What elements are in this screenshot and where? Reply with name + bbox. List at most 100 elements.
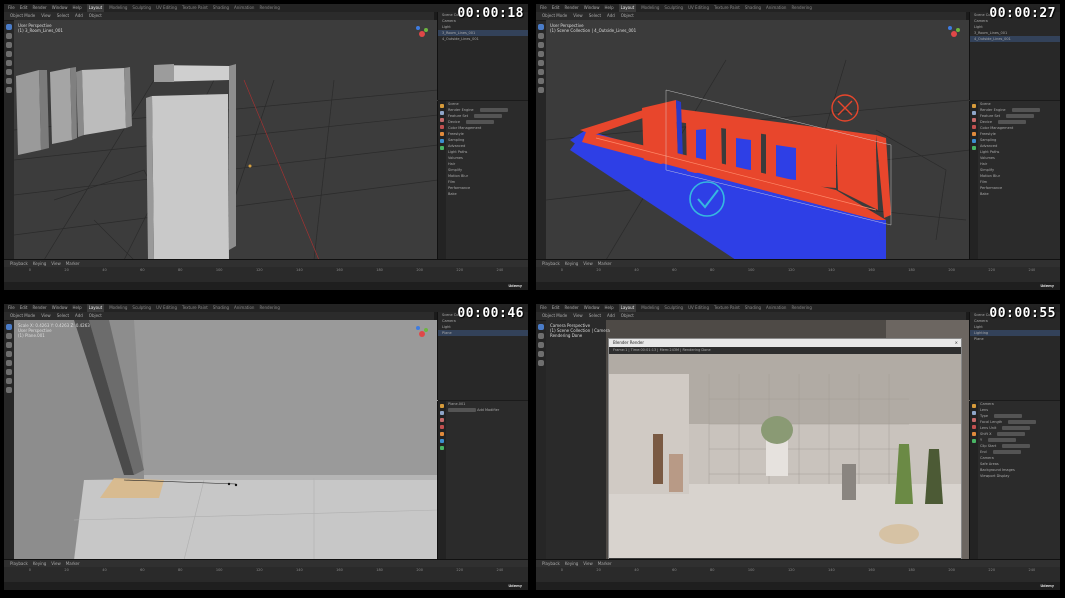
output-tab-icon[interactable] <box>440 411 444 415</box>
outliner-item-selected[interactable]: 4_Outside_Lines_001 <box>970 36 1060 42</box>
keying-menu[interactable]: Keying <box>565 260 578 267</box>
modifier-tab-icon[interactable] <box>972 139 976 143</box>
tab-sculpting[interactable]: Sculpting <box>132 4 151 12</box>
view-menu[interactable]: View <box>573 312 583 320</box>
output-tab-icon[interactable] <box>972 111 976 115</box>
cursor-tool-icon[interactable] <box>538 333 544 339</box>
object-menu[interactable]: Object <box>89 312 102 320</box>
menu-edit[interactable]: Edit <box>20 4 28 12</box>
measure-tool-icon[interactable] <box>6 387 12 393</box>
view-menu[interactable]: View <box>41 312 51 320</box>
scene-tab-icon[interactable] <box>972 418 976 422</box>
add-menu[interactable]: Add <box>607 12 615 20</box>
panel-header[interactable]: Viewport Display <box>980 473 1060 479</box>
shift-x-field[interactable] <box>997 432 1026 436</box>
tab-modeling[interactable]: Modeling <box>109 4 127 12</box>
timeline-ruler[interactable]: 0 20 40 60 80 100 120 140 160 180 200 220 240 <box>4 567 528 573</box>
scene-tab-icon[interactable] <box>440 418 444 422</box>
outliner-item[interactable]: 4_Outside_Lines_001 <box>438 36 528 42</box>
3d-viewport[interactable]: User Perspective (1) Scene Collection | … <box>546 20 970 260</box>
material-tab-icon[interactable] <box>440 146 444 150</box>
lens-unit-dropdown[interactable] <box>1002 426 1031 430</box>
mode-dropdown[interactable]: Object Mode <box>542 312 567 320</box>
move-tool-icon[interactable] <box>6 42 12 48</box>
object-menu[interactable]: Object <box>621 312 634 320</box>
tab-animation[interactable]: Animation <box>234 304 254 312</box>
rotate-tool-icon[interactable] <box>538 51 544 57</box>
playback-menu[interactable]: Playback <box>10 260 28 267</box>
camera-data-tab-icon[interactable] <box>972 439 976 443</box>
object-tab-icon[interactable] <box>440 432 444 436</box>
tab-uv-editing[interactable]: UV Editing <box>688 4 709 12</box>
select-tool-icon[interactable] <box>538 24 544 30</box>
tab-sculpting[interactable]: Sculpting <box>664 304 683 312</box>
menu-edit[interactable]: Edit <box>20 304 28 312</box>
menu-window[interactable]: Window <box>584 304 600 312</box>
tab-animation[interactable]: Animation <box>766 4 786 12</box>
select-menu[interactable]: Select <box>57 312 69 320</box>
select-menu[interactable]: Select <box>589 312 601 320</box>
rotate-tool-icon[interactable] <box>538 351 544 357</box>
transform-tool-icon[interactable] <box>6 69 12 75</box>
shift-y-field[interactable] <box>988 438 1017 442</box>
scale-tool-icon[interactable] <box>6 60 12 66</box>
transform-tool-icon[interactable] <box>538 69 544 75</box>
view-menu[interactable]: View <box>51 260 61 267</box>
view-menu[interactable]: View <box>583 260 593 267</box>
playback-menu[interactable]: Playback <box>10 560 28 567</box>
move-tool-icon[interactable] <box>6 342 12 348</box>
tab-layout[interactable]: Layout <box>86 4 105 12</box>
render-tab-icon[interactable] <box>440 104 444 108</box>
modifier-tab-icon[interactable] <box>440 139 444 143</box>
add-menu[interactable]: Add <box>75 312 83 320</box>
timeline-ruler[interactable]: 0 20 40 60 80 100 120 140 160 180 200 220 240 <box>536 267 1060 273</box>
select-menu[interactable]: Select <box>57 12 69 20</box>
object-tab-icon[interactable] <box>440 132 444 136</box>
render-tab-icon[interactable] <box>972 104 976 108</box>
render-engine-dropdown[interactable] <box>1011 108 1040 112</box>
scale-tool-icon[interactable] <box>538 360 544 366</box>
tab-layout[interactable]: Layout <box>86 304 105 312</box>
tab-sculpting[interactable]: Sculpting <box>132 304 151 312</box>
navigation-gizmo-icon[interactable] <box>412 24 432 44</box>
timeline-ruler[interactable]: 0 20 40 60 80 100 120 140 160 180 200 220 240 <box>4 267 528 273</box>
menu-help[interactable]: Help <box>604 4 613 12</box>
menu-help[interactable]: Help <box>72 4 81 12</box>
modifier-tab-icon[interactable] <box>440 439 444 443</box>
playback-menu[interactable]: Playback <box>542 560 560 567</box>
focal-length-field[interactable] <box>1008 420 1037 424</box>
tab-uv-editing[interactable]: UV Editing <box>156 304 177 312</box>
material-tab-icon[interactable] <box>440 446 444 450</box>
tab-modeling[interactable]: Modeling <box>641 4 659 12</box>
menu-help[interactable]: Help <box>604 304 613 312</box>
menu-edit[interactable]: Edit <box>552 4 560 12</box>
render-window-titlebar[interactable]: Blender Render × <box>609 339 961 347</box>
menu-render[interactable]: Render <box>564 4 578 12</box>
3d-viewport[interactable]: Camera Perspective (1) Scene Collection … <box>546 320 970 560</box>
select-tool-icon[interactable] <box>6 24 12 30</box>
tab-sculpting[interactable]: Sculpting <box>664 4 683 12</box>
tab-texture-paint[interactable]: Texture Paint <box>182 4 208 12</box>
keying-menu[interactable]: Keying <box>565 560 578 567</box>
3d-viewport[interactable]: User Perspective (1) 3_Room_Lines_001 <box>14 20 438 260</box>
view-menu[interactable]: View <box>583 560 593 567</box>
world-tab-icon[interactable] <box>440 125 444 129</box>
menu-window[interactable]: Window <box>584 4 600 12</box>
tab-shading[interactable]: Shading <box>745 4 761 12</box>
tab-modeling[interactable]: Modeling <box>641 304 659 312</box>
measure-tool-icon[interactable] <box>6 87 12 93</box>
add-menu[interactable]: Add <box>75 12 83 20</box>
measure-tool-icon[interactable] <box>538 87 544 93</box>
clip-start-field[interactable] <box>1002 444 1031 448</box>
transform-tool-icon[interactable] <box>6 369 12 375</box>
menu-file[interactable]: File <box>540 304 547 312</box>
tab-texture-paint[interactable]: Texture Paint <box>182 304 208 312</box>
menu-help[interactable]: Help <box>72 304 81 312</box>
render-tab-icon[interactable] <box>972 404 976 408</box>
outliner-item-selected[interactable]: Plane <box>438 330 528 336</box>
cursor-tool-icon[interactable] <box>538 33 544 39</box>
menu-file[interactable]: File <box>8 304 15 312</box>
feature-set-dropdown[interactable] <box>474 114 503 118</box>
tab-shading[interactable]: Shading <box>213 4 229 12</box>
menu-file[interactable]: File <box>8 4 15 12</box>
